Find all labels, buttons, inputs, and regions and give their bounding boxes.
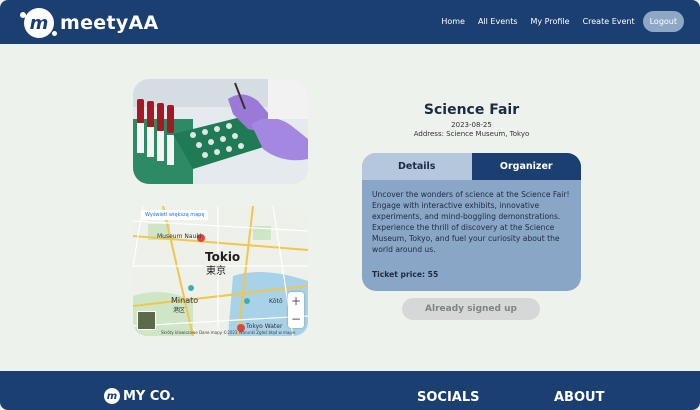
footer-brand[interactable]: m MY CO. (104, 388, 175, 404)
zoom-in-icon[interactable]: + (288, 292, 304, 310)
map-district-label-jp: 港区 (173, 307, 186, 314)
logout-button[interactable]: Logout (642, 11, 684, 32)
nav-link-my-profile[interactable]: My Profile (531, 17, 570, 26)
footer: m MY CO. SOCIALS ABOUT (0, 371, 700, 410)
footer-brand-name: MY CO. (123, 388, 176, 404)
map-district-label: Minato (171, 296, 199, 305)
map-satellite-toggle[interactable] (137, 311, 156, 330)
zoom-out-icon[interactable]: − (288, 310, 304, 328)
map-poi-label: Tokyo Water (246, 323, 283, 330)
footer-socials-heading: SOCIALS (417, 390, 480, 405)
footer-logo-icon: m (104, 388, 120, 404)
footer-about-heading: ABOUT (554, 390, 605, 405)
brand-name: meetyAA (60, 12, 159, 34)
event-address: Address: Science Museum, Tokyo (413, 130, 530, 138)
event-description: Uncover the wonders of science at the Sc… (372, 190, 570, 254)
brand-logo[interactable]: m meetyAA (20, 8, 159, 38)
event-map[interactable]: Wyświetl większą mapę Tokio 東京 Museum Na… (133, 206, 308, 336)
nav-menu: Home All Events My Profile Create Event … (428, 11, 684, 32)
map-city-label-jp: 東京 (206, 266, 226, 277)
nav-link-all-events[interactable]: All Events (478, 17, 518, 26)
tab-organizer[interactable]: Organizer (471, 153, 581, 180)
tab-details[interactable]: Details (362, 153, 472, 180)
event-date: 2023-08-25 (451, 121, 492, 129)
nav-link-home[interactable]: Home (441, 17, 465, 26)
map-view-larger-link[interactable]: Wyświetl większą mapę (141, 210, 209, 220)
already-signed-up-button[interactable]: Already signed up (402, 298, 540, 320)
ticket-price: Ticket price: 55 (372, 270, 439, 279)
event-title: Science Fair (423, 102, 520, 118)
event-info-card: Details Organizer Uncover the wonders of… (362, 153, 581, 291)
top-navbar: m meetyAA Home All Events My Profile Cre… (0, 0, 700, 44)
map-attribution: Skróty klawiszowe Dane mapy ©2023 Warunk… (161, 330, 296, 335)
info-tabs: Details Organizer (362, 153, 581, 180)
map-district-label: Kōtō (269, 298, 283, 305)
map-poi-label: Museum Nauki (157, 233, 202, 240)
event-image (133, 79, 308, 184)
app-frame: m meetyAA Home All Events My Profile Cre… (0, 0, 700, 410)
nav-link-create-event[interactable]: Create Event (583, 17, 635, 26)
logo-icon: m (20, 8, 57, 38)
map-zoom-control: + − (288, 292, 304, 328)
